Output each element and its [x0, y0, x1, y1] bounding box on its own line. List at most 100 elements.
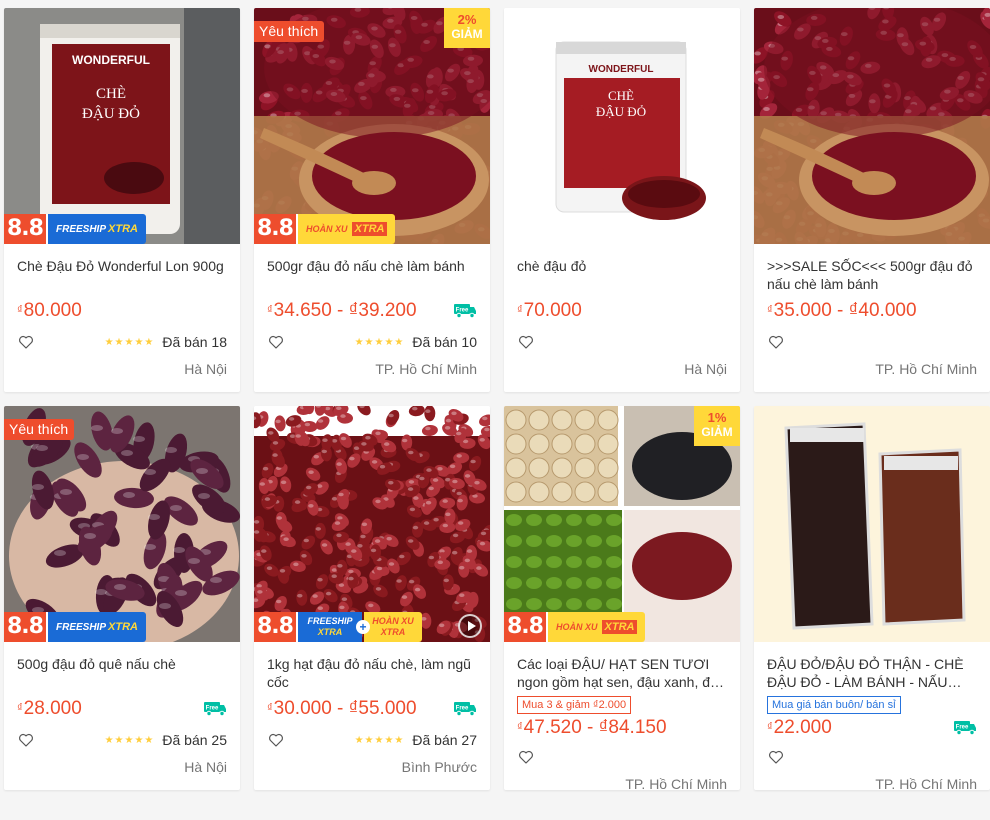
rating-stars: ★★★★★	[104, 734, 155, 746]
product-title[interactable]: Các loại ĐẬU/ HẠT SEN TƯƠI ngon gồm hạt …	[517, 655, 727, 691]
rating-stars: ★★★★★	[354, 336, 405, 348]
product-card[interactable]: 8.8 FREESHIP XTRA + HOÀN XU XTRA 1kg hạt đ…	[254, 406, 490, 790]
product-price: ₫30.000 - ₫55.000	[267, 698, 417, 719]
promo-badge: 8.8 FREESHIP XTRA	[4, 612, 146, 642]
shop-location: TP. Hồ Chí Minh	[625, 776, 727, 790]
sale-88-badge: 8.8	[4, 214, 48, 244]
product-thumbnail[interactable]: WONDERFUL CHÈ ĐẬU ĐỎ	[504, 8, 740, 244]
heart-icon[interactable]	[517, 333, 535, 351]
promo-badge: 8.8 FREESHIP XTRA + HOÀN XU XTRA	[254, 612, 422, 642]
product-title[interactable]: 500g đậu đỏ quê nấu chè	[17, 655, 227, 691]
svg-text:CHÈ: CHÈ	[608, 88, 634, 103]
svg-text:Free: Free	[206, 706, 219, 712]
shop-location: TP. Hồ Chí Minh	[375, 361, 477, 377]
svg-text:Free: Free	[456, 308, 469, 314]
product-thumbnail[interactable]: Yêu thích 2% GIẢM 8.8 HOÀN XU XTRA	[254, 8, 490, 244]
product-thumbnail[interactable]: Yêu thích 8.8 FREESHIP XTRA	[4, 406, 240, 642]
product-title[interactable]: >>>SALE SỐC<<< 500gr đậu đỏ nấu chè làm …	[767, 257, 977, 293]
svg-text:WONDERFUL: WONDERFUL	[72, 53, 150, 67]
product-price: ₫80.000	[17, 300, 82, 321]
free-shipping-icon: Free	[454, 304, 476, 319]
sale-88-badge: 8.8	[4, 612, 48, 642]
shop-location: Hà Nội	[684, 361, 727, 377]
product-price: ₫47.520 - ₫84.150	[517, 717, 667, 738]
product-title[interactable]: chè đậu đỏ	[517, 257, 727, 293]
product-thumbnail[interactable]: 1% GIẢM 8.8 HOÀN XU XTRA	[504, 406, 740, 642]
product-thumbnail[interactable]: WONDERFUL CHÈ ĐẬU ĐỎ 8.8 FREESHIP XTRA	[4, 8, 240, 244]
product-card[interactable]: WONDERFUL CHÈ ĐẬU ĐỎ chè đậu đỏ ₫70.000 H…	[504, 8, 740, 392]
plus-icon: +	[356, 620, 370, 634]
sold-count: Đã bán 18	[162, 334, 227, 350]
hoanxu-xtra-badge: HOÀN XU XTRA	[548, 612, 646, 642]
sale-88-badge: 8.8	[254, 612, 298, 642]
free-shipping-icon: Free	[204, 702, 226, 717]
sale-88-badge: 8.8	[504, 612, 548, 642]
product-price: ₫28.000	[17, 698, 82, 719]
hoanxu-xtra-badge: HOÀN XU XTRA	[364, 612, 422, 642]
sale-88-badge: 8.8	[254, 214, 298, 244]
product-thumbnail[interactable]	[754, 8, 990, 244]
svg-text:Free: Free	[456, 706, 469, 712]
freeship-xtra-badge: FREESHIP XTRA	[298, 612, 362, 642]
heart-icon[interactable]	[767, 748, 785, 766]
product-title[interactable]: Chè Đậu Đỏ Wonderful Lon 900g	[17, 257, 227, 293]
product-price: ₫35.000 - ₫40.000	[767, 300, 917, 321]
promo-tag: Mua 3 & giảm ₫2.000	[517, 696, 632, 714]
product-image	[254, 406, 490, 642]
product-card[interactable]: ĐẬU ĐỎ/ĐẬU ĐỎ THẬN - CHÈ ĐẬU ĐỎ - LÀM BÁ…	[754, 406, 990, 790]
shop-location: Hà Nội	[184, 759, 227, 775]
heart-icon[interactable]	[267, 731, 285, 749]
product-image: WONDERFUL CHÈ ĐẬU ĐỎ	[4, 8, 240, 244]
sold-count: Đã bán 27	[412, 732, 477, 748]
heart-icon[interactable]	[17, 333, 35, 351]
heart-icon[interactable]	[267, 333, 285, 351]
shop-location: TP. Hồ Chí Minh	[875, 361, 977, 377]
product-thumbnail[interactable]: 8.8 FREESHIP XTRA + HOÀN XU XTRA	[254, 406, 490, 642]
free-shipping-icon: Free	[954, 721, 976, 736]
promo-badge: 8.8 HOÀN XU XTRA	[254, 214, 396, 244]
sold-count: Đã bán 10	[412, 334, 477, 350]
svg-text:WONDERFUL: WONDERFUL	[589, 64, 654, 75]
product-card[interactable]: >>>SALE SỐC<<< 500gr đậu đỏ nấu chè làm …	[754, 8, 990, 392]
product-price: ₫34.650 - ₫39.200	[267, 300, 417, 321]
svg-text:ĐẬU ĐỎ: ĐẬU ĐỎ	[82, 105, 140, 122]
product-price: ₫22.000	[767, 717, 832, 738]
promo-tag: Mua giá bán buôn/ bán sỉ	[767, 696, 901, 714]
hoanxu-xtra-badge: HOÀN XU XTRA	[298, 214, 396, 244]
video-play-icon[interactable]	[458, 614, 482, 638]
product-title[interactable]: ĐẬU ĐỎ/ĐẬU ĐỎ THẬN - CHÈ ĐẬU ĐỎ - LÀM BÁ…	[767, 655, 977, 691]
product-card[interactable]: Yêu thích 8.8 FREESHIP XTRA 500g đậu đỏ qu…	[4, 406, 240, 790]
rating-stars: ★★★★★	[354, 734, 405, 746]
product-card[interactable]: Yêu thích 2% GIẢM 8.8 HOÀN XU XTRA 500gr đậu…	[254, 8, 490, 392]
freeship-xtra-badge: FREESHIP XTRA	[48, 214, 146, 244]
product-image: WONDERFUL CHÈ ĐẬU ĐỎ	[504, 8, 740, 244]
svg-text:CHÈ: CHÈ	[96, 85, 126, 102]
free-shipping-icon: Free	[454, 702, 476, 717]
promo-badge: 8.8 HOÀN XU XTRA	[504, 612, 646, 642]
discount-badge: 1% GIẢM	[694, 406, 740, 446]
product-title[interactable]: 500gr đậu đỏ nấu chè làm bánh	[267, 257, 477, 293]
heart-icon[interactable]	[767, 333, 785, 351]
favorite-badge: Yêu thích	[4, 419, 75, 440]
favorite-badge: Yêu thích	[254, 21, 325, 42]
freeship-xtra-badge: FREESHIP XTRA	[48, 612, 146, 642]
shop-location: Bình Phước	[401, 759, 477, 775]
discount-badge: 2% GIẢM	[444, 8, 490, 48]
heart-icon[interactable]	[17, 731, 35, 749]
heart-icon[interactable]	[517, 748, 535, 766]
promo-badge: 8.8 FREESHIP XTRA	[4, 214, 146, 244]
rating-stars: ★★★★★	[104, 336, 155, 348]
product-title[interactable]: 1kg hạt đậu đỏ nấu chè, làm ngũ cốc	[267, 655, 477, 691]
shop-location: TP. Hồ Chí Minh	[875, 776, 977, 790]
product-thumbnail[interactable]	[754, 406, 990, 642]
product-price: ₫70.000	[517, 300, 582, 321]
shop-location: Hà Nội	[184, 361, 227, 377]
svg-text:ĐẬU ĐỎ: ĐẬU ĐỎ	[596, 104, 646, 119]
sold-count: Đã bán 25	[162, 732, 227, 748]
product-grid: WONDERFUL CHÈ ĐẬU ĐỎ 8.8 FREESHIP XTRA Chè…	[4, 8, 990, 790]
product-image	[754, 8, 990, 244]
product-card[interactable]: WONDERFUL CHÈ ĐẬU ĐỎ 8.8 FREESHIP XTRA Chè…	[4, 8, 240, 392]
product-image	[4, 406, 240, 642]
product-card[interactable]: 1% GIẢM 8.8 HOÀN XU XTRA Các loại ĐẬU/ HẠT …	[504, 406, 740, 790]
product-image	[754, 406, 990, 642]
